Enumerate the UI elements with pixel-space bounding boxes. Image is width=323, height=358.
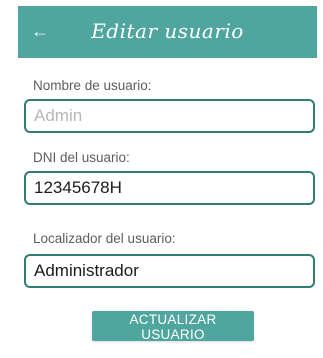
edit-user-screen: ← Editar usuario Nombre de usuario: DNI …	[0, 0, 323, 358]
app-bar: ← Editar usuario	[18, 6, 317, 58]
locator-input[interactable]	[24, 254, 315, 288]
dni-label: DNI del usuario:	[33, 150, 130, 165]
update-user-button[interactable]: ACTUALIZAR USUARIO	[92, 311, 254, 342]
username-label: Nombre de usuario:	[33, 78, 152, 93]
page-title: Editar usuario	[91, 19, 244, 43]
dni-input[interactable]	[24, 171, 315, 205]
username-input[interactable]	[24, 99, 315, 133]
locator-label: Localizador del usuario:	[33, 231, 176, 246]
